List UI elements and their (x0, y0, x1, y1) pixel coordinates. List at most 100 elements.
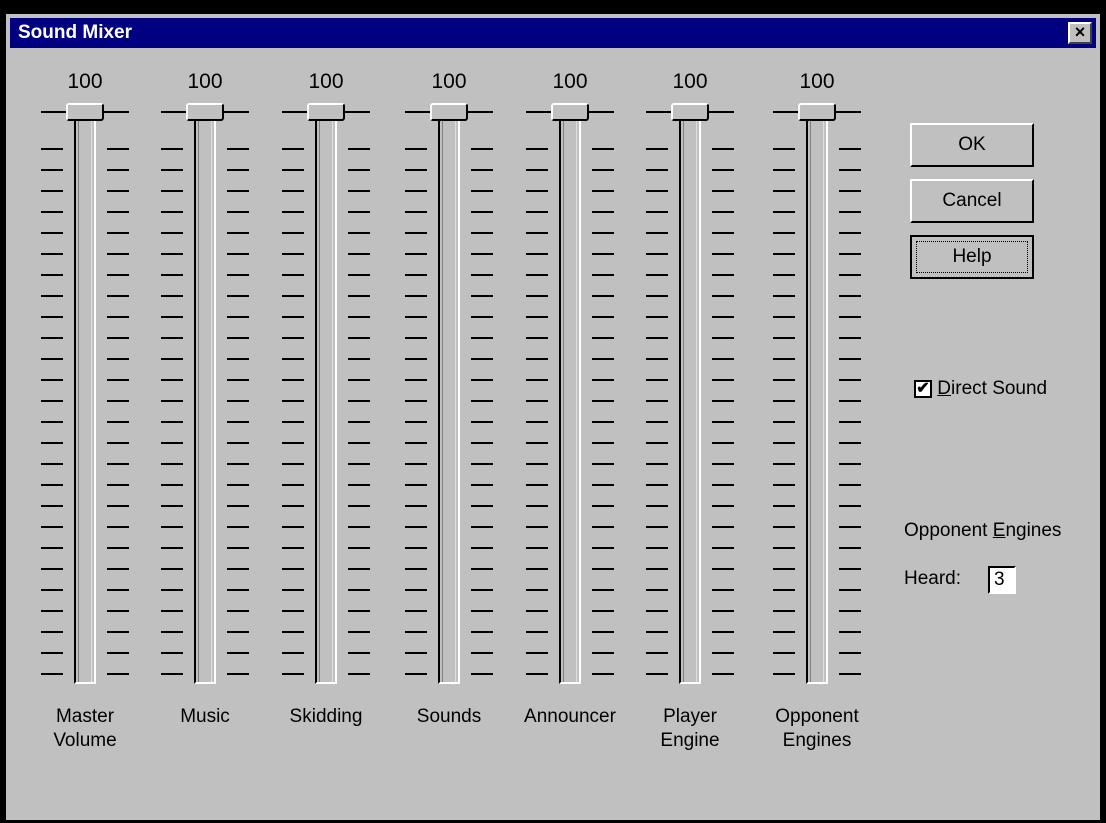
cancel-button[interactable]: Cancel (910, 179, 1034, 223)
slider-label-line2: Engines (782, 730, 852, 751)
slider-tick (107, 463, 129, 465)
direct-sound-checkbox[interactable]: ✔ (914, 379, 932, 398)
slider-thumb[interactable] (551, 103, 589, 121)
slider-tick (526, 547, 548, 549)
slider-tick (348, 337, 370, 339)
help-button[interactable]: Help (910, 235, 1034, 279)
heard-input[interactable]: 3 (988, 566, 1016, 594)
slider-tick (282, 568, 304, 570)
slider-tick (405, 232, 427, 234)
slider-tick (282, 505, 304, 507)
slider-tick (712, 211, 734, 213)
slider-tick (227, 568, 249, 570)
slider-tick (161, 211, 183, 213)
slider-tick (41, 337, 63, 339)
direct-sound-option[interactable]: ✔ Direct Sound (914, 378, 1047, 400)
slider-tick (107, 295, 129, 297)
slider-tick (773, 190, 795, 192)
slider-tick (712, 463, 734, 465)
slider-tick (405, 295, 427, 297)
slider-track[interactable] (194, 118, 216, 684)
slider-tick (282, 295, 304, 297)
heard-label: Heard: (904, 568, 962, 589)
slider-tick (773, 232, 795, 234)
slider-tick (712, 652, 734, 654)
slider-tick (227, 295, 249, 297)
slider-tick (839, 295, 861, 297)
slider-tick (161, 358, 183, 360)
slider-tick (646, 337, 668, 339)
slider-thumb[interactable] (66, 103, 104, 121)
slider-tick (839, 589, 861, 591)
slider-track[interactable] (806, 118, 828, 684)
slider-tick (282, 148, 304, 150)
slider-tick (773, 295, 795, 297)
slider-tick (839, 379, 861, 381)
slider-tick (405, 442, 427, 444)
slider-tick (227, 505, 249, 507)
slider-tick (526, 505, 548, 507)
slider-thumb[interactable] (186, 103, 224, 121)
slider-track[interactable] (438, 118, 460, 684)
slider-tick (161, 610, 183, 612)
slider-tick (839, 253, 861, 255)
slider-tick (405, 652, 427, 654)
slider-tick (161, 316, 183, 318)
slider-tick (526, 421, 548, 423)
slider-thumb[interactable] (671, 103, 709, 121)
slider-tick (526, 442, 548, 444)
close-button[interactable]: × (1068, 22, 1092, 44)
slider-tick (592, 505, 614, 507)
slider-label-line1: Skidding (289, 706, 363, 727)
opponent-engines-label: Opponent Engines (904, 520, 1061, 542)
slider-thumb[interactable] (307, 103, 345, 121)
slider-tick (41, 148, 63, 150)
slider-tick (41, 526, 63, 528)
slider-track[interactable] (315, 118, 337, 684)
slider-tick (646, 505, 668, 507)
slider-tick (107, 148, 129, 150)
slider-tick (592, 295, 614, 297)
slider-tick (41, 442, 63, 444)
slider-tick (227, 379, 249, 381)
slider-tick (161, 484, 183, 486)
title-bar: Sound Mixer × (10, 18, 1096, 48)
slider-tick (471, 379, 493, 381)
slider-tick (282, 253, 304, 255)
slider-thumb[interactable] (430, 103, 468, 121)
slider-value: 100 (672, 70, 708, 93)
slider-tick (41, 610, 63, 612)
slider-tick (405, 274, 427, 276)
slider-tick (471, 631, 493, 633)
slider-track[interactable] (559, 118, 581, 684)
slider-tick (646, 463, 668, 465)
slider-tick (592, 232, 614, 234)
slider-label-line1: Music (180, 706, 230, 727)
slider-tick (646, 169, 668, 171)
slider-tick (773, 610, 795, 612)
slider-tick (526, 169, 548, 171)
slider-tick (348, 211, 370, 213)
slider-tick (592, 547, 614, 549)
slider-tick (282, 316, 304, 318)
slider-tick (773, 421, 795, 423)
ok-button[interactable]: OK (910, 123, 1034, 167)
slider-tick (107, 442, 129, 444)
opponent-engines-rest: ngines (1005, 520, 1062, 541)
slider-tick (107, 421, 129, 423)
slider-tick (592, 652, 614, 654)
slider-tick (592, 442, 614, 444)
slider-tick (646, 442, 668, 444)
slider-tick (348, 526, 370, 528)
slider-track[interactable] (679, 118, 701, 684)
slider-tick (161, 337, 183, 339)
slider-tick (712, 400, 734, 402)
slider-track[interactable] (74, 118, 96, 684)
slider-thumb[interactable] (798, 103, 836, 121)
slider-tick (839, 631, 861, 633)
slider-tick (592, 358, 614, 360)
slider-tick (405, 484, 427, 486)
slider-tick (712, 148, 734, 150)
slider-tick (839, 358, 861, 360)
slider-tick (107, 190, 129, 192)
